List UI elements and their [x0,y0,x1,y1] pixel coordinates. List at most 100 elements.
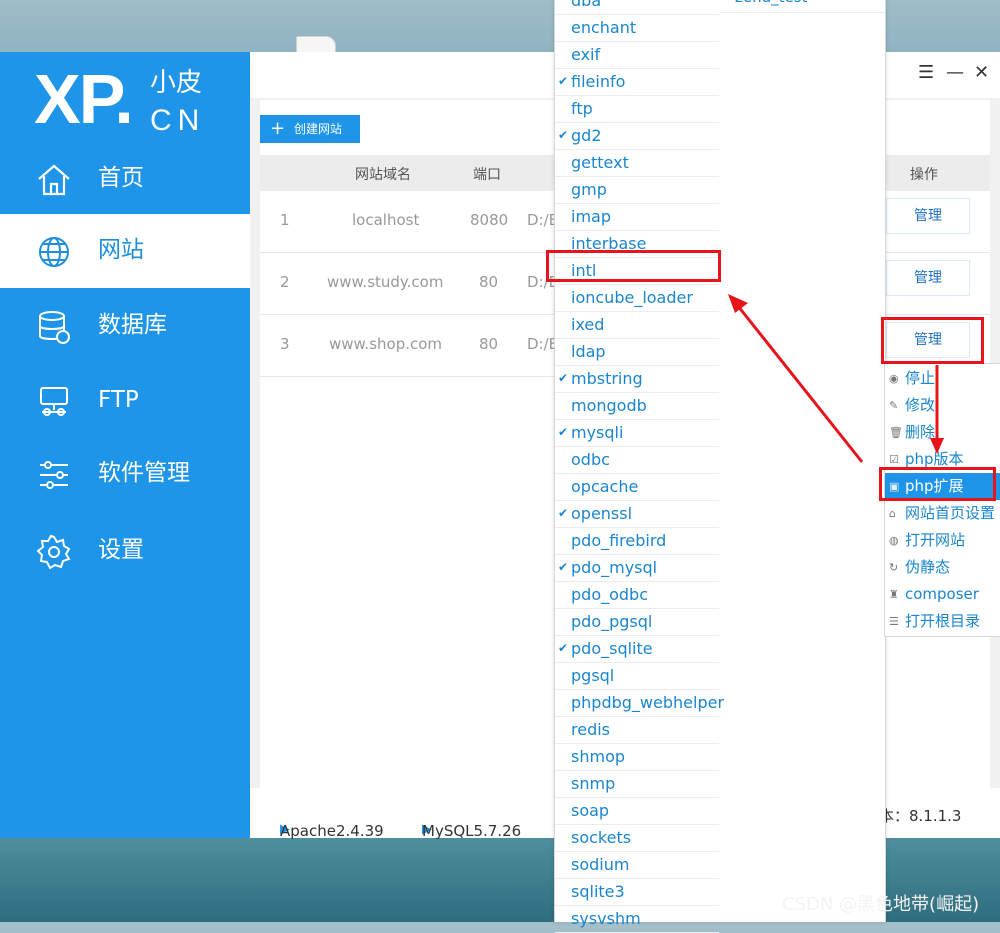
sidebar-item-label: 网站 [98,237,144,263]
ext-item[interactable]: imap [555,203,719,231]
ext-item[interactable]: shmop [555,743,719,771]
ext-item-label: ixed [571,315,605,334]
context-menu-item[interactable]: ◍ 打开网站 [885,527,1000,554]
ext-item[interactable]: ✔ fileinfo [555,68,719,96]
ext-item-label: shmop [571,747,626,766]
ext-item[interactable]: pgsql [555,662,719,690]
ext-item[interactable]: gmp [555,176,719,204]
window-close-button[interactable]: ✕ [974,62,989,83]
ext-item[interactable]: redis [555,716,719,744]
ext-item[interactable]: sodium [555,851,719,879]
context-menu-label: 删除 [905,423,936,441]
ext-item[interactable]: enchant [555,14,719,42]
desktop-file-icon[interactable] [296,36,336,53]
row-domain: www.study.com [327,273,444,291]
ext-item-label: mongodb [571,396,647,415]
ext-item[interactable]: ✔ pdo_sqlite [555,635,719,663]
ext-item[interactable]: ✔ mysqli [555,419,719,447]
ext-item[interactable]: ftp [555,95,719,123]
ext-item-label: imap [571,207,611,226]
context-menu-item[interactable]: ☰ 打开根目录 [885,608,1000,635]
sidebar-item-home[interactable]: 首页 [0,142,250,216]
highlight-php-extension [879,467,996,501]
ext-item-label: redis [571,720,611,739]
divider [719,12,885,13]
ext-item[interactable]: sysvshm [555,905,719,933]
context-menu-item[interactable]: ⌂ 网站首页设置 [885,500,1000,527]
ext-item-label: pdo_sqlite [571,639,653,658]
sidebar-item-software[interactable]: 软件管理 [0,437,250,511]
ext-item[interactable]: odbc [555,446,719,474]
folder-list-icon: ☰ [889,615,899,628]
ext-item[interactable]: ioncube_loader [555,284,719,312]
app-logo: XP. 小皮 CN [34,62,234,142]
ext-item-label: mbstring [571,369,643,388]
sidebar-item-label: 设置 [98,537,144,563]
sidebar-item-database[interactable]: 数据库 [0,289,250,363]
ext-item-label: ioncube_loader [571,288,693,307]
sidebar: XP. 小皮 CN 首页 网站 数据库 FTP 软件管理 设置 [0,52,250,838]
column-header-domain: 网站域名 [355,167,411,183]
ext-item[interactable]: dba [555,0,719,15]
sidebar-item-label: 软件管理 [98,460,190,486]
home-settings-icon: ⌂ [889,507,896,520]
ext-item[interactable]: ✔ pdo_mysql [555,554,719,582]
context-menu-item[interactable]: ✎ 修改 [885,392,1000,419]
ext-item[interactable]: exif [555,41,719,69]
ext-item-label: sysvshm [571,909,641,928]
ext-item[interactable]: mongodb [555,392,719,420]
ext-item[interactable]: ixed [555,311,719,339]
context-menu-label: 打开根目录 [905,612,981,630]
ext-item[interactable]: snmp [555,770,719,798]
php-extension-menu: zend_test dbaenchant exif ✔fileinfoftp✔gd2… [554,0,886,933]
sidebar-item-label: 首页 [98,165,144,191]
row-port: 80 [479,273,499,291]
ext-item-label: sockets [571,828,632,847]
mysql-label: MySQL5.7.26 [422,822,522,840]
ext-item[interactable]: ✔ openssl [555,500,719,528]
ext-item[interactable]: ✔ gd2 [555,122,719,150]
sidebar-item-ftp[interactable]: FTP [0,364,250,438]
window-menu-icon[interactable]: ☰ [918,62,934,83]
ext-item[interactable]: pdo_pgsql [555,608,719,636]
trash-icon: 🗑 [889,426,903,439]
ext-item[interactable]: sockets [555,824,719,852]
highlight-intl [546,250,721,282]
context-menu-label: composer [905,585,979,603]
context-menu-item[interactable]: ♜ composer [885,581,1000,608]
highlight-manage [881,317,984,364]
manage-button[interactable]: 管理 [886,198,970,234]
ext-item[interactable]: opcache [555,473,719,501]
ext-item-label: pdo_mysql [571,558,658,577]
context-menu-label: 网站首页设置 [905,504,996,522]
ext-item[interactable]: pdo_firebird [555,527,719,555]
ext-item-label: pdo_firebird [571,531,667,550]
manage-button[interactable]: 管理 [886,260,970,296]
context-menu-item[interactable]: ◉ 停止 [885,365,1000,392]
ext-item-label: mysqli [571,423,624,442]
context-menu-label: 停止 [905,369,936,387]
sidebar-item-label: FTP [98,387,139,413]
create-website-button[interactable]: + 创建网站 [260,115,360,143]
ext-item[interactable]: ldap [555,338,719,366]
sidebar-item-settings[interactable]: 设置 [0,514,250,588]
check-icon: ✔ [558,74,569,88]
ext-item[interactable]: pdo_odbc [555,581,719,609]
ext-item-label: exif [571,45,601,64]
apache-label: Apache2.4.39 [280,822,384,840]
window-minimize-button[interactable]: — [946,62,964,83]
ext-item[interactable]: phpdbg_webhelper [555,689,724,717]
ext-item[interactable]: gettext [555,149,719,177]
context-menu-item[interactable]: ↻ 伪静态 [885,554,1000,581]
row-domain: localhost [352,211,420,229]
ext-item[interactable]: sqlite3 [555,878,719,906]
ext-item-zend-test[interactable]: zend_test [735,0,807,6]
context-menu-item[interactable]: 🗑 删除 [885,419,1000,446]
ext-item-label: soap [571,801,610,820]
database-icon [39,311,70,344]
check-icon: ✔ [558,128,569,142]
sidebar-item-website[interactable]: 网站 [0,214,250,288]
check-icon: ✔ [558,425,569,439]
ext-item[interactable]: soap [555,797,719,825]
ext-item[interactable]: ✔ mbstring [555,365,719,393]
